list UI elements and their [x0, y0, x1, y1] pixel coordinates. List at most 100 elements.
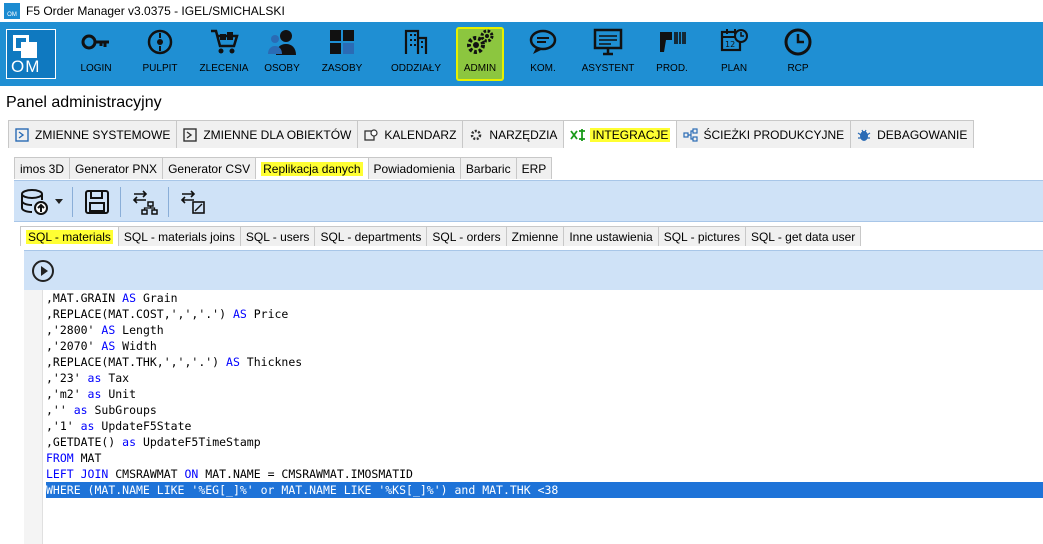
- code-line[interactable]: ,REPLACE(MAT.COST,',','.') AS Price: [46, 306, 1043, 322]
- ribbon-label: LOGIN: [80, 63, 112, 74]
- tab-label: Powiadomienia: [373, 161, 455, 176]
- ribbon-rcp-button[interactable]: RCP: [776, 27, 820, 81]
- tab-generator-pnx[interactable]: Generator PNX: [69, 157, 164, 179]
- tab-sql-orders[interactable]: SQL - orders: [426, 226, 507, 246]
- code-line[interactable]: FROM MAT: [46, 450, 1043, 466]
- title-bar: OM F5 Order Manager v3.0375 - IGEL/SMICH…: [0, 0, 1043, 22]
- tab-integracje[interactable]: INTEGRACJE: [563, 120, 678, 148]
- sql-code[interactable]: ,MAT.GRAIN AS Grain ,REPLACE(MAT.COST,','…: [46, 290, 1043, 498]
- chat-icon: [526, 27, 560, 57]
- tab-barbaric[interactable]: Barbaric: [459, 157, 517, 179]
- calendar-icon: [364, 128, 378, 142]
- ribbon-label: ODDZIAŁY: [390, 63, 441, 74]
- main-tab-strip: ZMIENNE SYSTEMOWE ZMIENNE DLA OBIEKTÓW KAL…: [8, 120, 975, 148]
- ribbon-label: KOM.: [530, 63, 556, 74]
- tab-kalendarz[interactable]: KALENDARZ: [357, 120, 464, 148]
- monitor-icon: [591, 27, 625, 57]
- ribbon-zasoby-button[interactable]: ZASOBY: [322, 27, 362, 81]
- paths-icon: [683, 127, 699, 142]
- cart-icon: [207, 27, 241, 57]
- tab-sql-materials[interactable]: SQL - materials: [20, 226, 119, 246]
- ribbon-label: PROD.: [656, 63, 688, 74]
- tab-sql-pictures[interactable]: SQL - pictures: [657, 226, 746, 246]
- tab-zmienne-systemowe[interactable]: ZMIENNE SYSTEMOWE: [8, 120, 178, 148]
- ribbon-oddziały-button[interactable]: ODDZIAŁY: [387, 27, 445, 81]
- tab-label: Barbaric: [465, 161, 511, 176]
- tab-label: ZMIENNE DLA OBIEKTÓW: [203, 127, 352, 142]
- tab-label: SQL - pictures: [663, 229, 740, 244]
- tab-imos-3d[interactable]: imos 3D: [14, 157, 71, 179]
- save-icon[interactable]: [80, 185, 114, 219]
- editor-gutter: [24, 290, 43, 544]
- tab-label: INTEGRACJE: [590, 127, 671, 142]
- ribbon-zlecenia-button[interactable]: ZLECENIA: [196, 27, 252, 81]
- code-line[interactable]: ,'m2' as Unit: [46, 386, 1043, 402]
- ribbon-label: RCP: [787, 63, 809, 74]
- code-line[interactable]: LEFT JOIN CMSRAWMAT ON MAT.NAME = CMSRAW…: [46, 466, 1043, 482]
- tab-label: SQL - orders: [432, 229, 501, 244]
- sql-editor[interactable]: ,MAT.GRAIN AS Grain ,REPLACE(MAT.COST,','…: [24, 290, 1043, 544]
- tab-label: Zmienne: [511, 229, 559, 244]
- ribbon-prod-button[interactable]: PROD.: [650, 27, 694, 81]
- tab-debagowanie[interactable]: DEBAGOWANIE: [850, 120, 975, 148]
- tools-icon: [469, 128, 483, 142]
- code-line[interactable]: ,'1' as UpdateF5State: [46, 418, 1043, 434]
- database-upload-icon[interactable]: [18, 185, 52, 219]
- sync-structure-icon[interactable]: [128, 185, 162, 219]
- code-line[interactable]: ,REPLACE(MAT.THK,',','.') AS Thicknes: [46, 354, 1043, 370]
- code-line[interactable]: ,'2070' AS Width: [46, 338, 1043, 354]
- ribbon-label: PULPIT: [142, 63, 178, 74]
- play-icon[interactable]: [32, 260, 54, 282]
- variables-icon: [15, 127, 29, 142]
- ribbon-osoby-button[interactable]: OSOBY: [262, 27, 302, 81]
- tab-ścieżki-produkcyjne[interactable]: ŚCIEŻKI PRODUKCYJNE: [676, 120, 852, 148]
- calendar-clock-icon: 12: [717, 27, 751, 57]
- dashboard-icon: [143, 27, 177, 57]
- replication-toolbar: [14, 180, 1043, 222]
- ribbon-kom-button[interactable]: KOM.: [521, 27, 565, 81]
- tab-label: Generator CSV: [168, 161, 251, 176]
- ribbon-label: PLAN: [720, 63, 748, 74]
- tab-inne-ustawienia[interactable]: Inne ustawienia: [563, 226, 659, 246]
- page-title: Panel administracyjny: [6, 94, 162, 111]
- tab-label: SQL - departments: [320, 229, 422, 244]
- tab-label: KALENDARZ: [384, 127, 457, 142]
- dropdown-arrow-icon[interactable]: [52, 185, 66, 219]
- tab-label: DEBAGOWANIE: [877, 127, 968, 142]
- tab-replikacja-danych[interactable]: Replikacja danych: [255, 157, 369, 179]
- ribbon-admin-button[interactable]: ADMIN: [456, 27, 504, 81]
- code-line[interactable]: WHERE (MAT.NAME LIKE '%EG[_]%' or MAT.NA…: [46, 482, 1043, 498]
- ribbon-plan-button[interactable]: 12 PLAN: [712, 27, 756, 81]
- tab-zmienne-dla-obiektów[interactable]: ZMIENNE DLA OBIEKTÓW: [176, 120, 359, 148]
- tab-sql-get-data-user[interactable]: SQL - get data user: [744, 226, 862, 246]
- tab-label: imos 3D: [20, 161, 65, 176]
- tab-label: NARZĘDZIA: [489, 127, 558, 142]
- svg-text:12: 12: [725, 40, 735, 49]
- code-line[interactable]: ,'23' as Tax: [46, 370, 1043, 386]
- code-line[interactable]: ,MAT.GRAIN AS Grain: [46, 290, 1043, 306]
- tab-sql-departments[interactable]: SQL - departments: [314, 226, 428, 246]
- tab-sql-users[interactable]: SQL - users: [239, 226, 316, 246]
- tab-zmienne[interactable]: Zmienne: [505, 226, 565, 246]
- tab-powiadomienia[interactable]: Powiadomienia: [367, 157, 461, 179]
- people-icon: [265, 27, 299, 57]
- ribbon-pulpit-button[interactable]: PULPIT: [136, 27, 184, 81]
- clock-icon: [781, 27, 815, 57]
- main-ribbon: OM LOGIN PULPIT ZLECENIA OSOBY ZASOBY ODDZIAŁ…: [0, 22, 1043, 86]
- ribbon-label: OSOBY: [264, 63, 300, 74]
- integration-tab-strip: imos 3D Generator PNX Generator CSV Replika…: [14, 157, 553, 179]
- tab-narzędzia[interactable]: NARZĘDZIA: [462, 120, 565, 148]
- tab-erp[interactable]: ERP: [515, 157, 553, 179]
- ribbon-login-button[interactable]: LOGIN: [78, 27, 114, 81]
- app-logo[interactable]: OM: [6, 29, 56, 79]
- ribbon-asystent-button[interactable]: ASYSTENT: [582, 27, 634, 81]
- sync-file-icon[interactable]: [176, 185, 210, 219]
- code-line[interactable]: ,'' as SubGroups: [46, 402, 1043, 418]
- code-line[interactable]: ,GETDATE() as UpdateF5TimeStamp: [46, 434, 1043, 450]
- tab-label: Replikacja danych: [261, 161, 363, 176]
- sql-tab-strip: SQL - materials SQL - materials joins SQL …: [20, 226, 862, 246]
- tab-generator-csv[interactable]: Generator CSV: [162, 157, 257, 179]
- code-line[interactable]: ,'2800' AS Length: [46, 322, 1043, 338]
- editor-toolbar: [24, 250, 1043, 290]
- tab-sql-materials-joins[interactable]: SQL - materials joins: [117, 226, 241, 246]
